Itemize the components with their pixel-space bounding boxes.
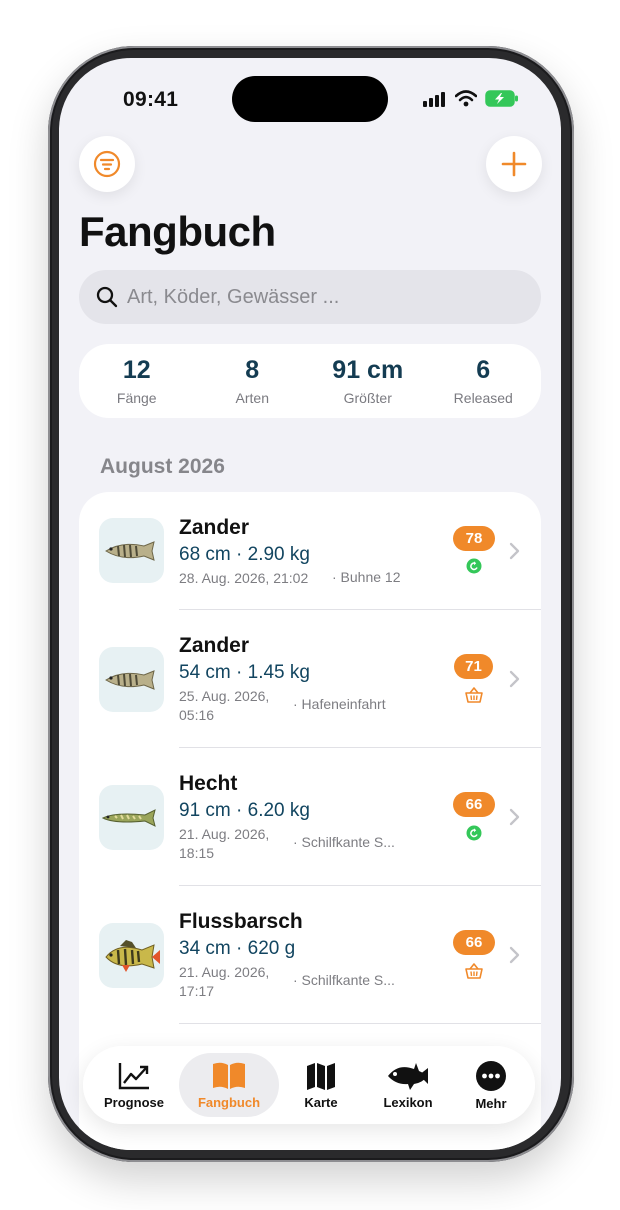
released-icon [466, 558, 482, 574]
battery-charging-icon [485, 90, 518, 107]
chevron-right-icon [509, 542, 520, 560]
catch-species: Zander [179, 634, 250, 657]
catch-row[interactable]: Hecht 91 cm · 6.20 kg 21. Aug. 2026, 18:… [79, 748, 541, 886]
stat-label: Released [453, 390, 513, 406]
catch-date: 21. Aug. 2026, [179, 826, 270, 842]
app-screen: 09:41 Fangbuch Art, Köder, Gewässer ... … [59, 58, 561, 1150]
stat-value: 12 [122, 356, 151, 384]
status-icons [423, 90, 519, 107]
catch-spot: · Buhne 12 [332, 569, 401, 585]
released-icon [466, 825, 482, 841]
more-icon [476, 1060, 506, 1091]
stat-catches: 12 Fänge [79, 344, 195, 418]
stats-card: 12 Fänge 8 Arten 91 cm Größter 6 Release… [79, 344, 541, 418]
catch-measure: 91 cm · 6.20 kg [179, 800, 310, 821]
book-icon [213, 1062, 245, 1089]
catch-time: 17:17 [179, 983, 215, 999]
stat-label: Größter [343, 390, 392, 406]
tab-label: Mehr [475, 1095, 507, 1111]
catch-species: Zander [179, 516, 250, 539]
fish-thumbnail [99, 785, 164, 850]
filter-button[interactable] [79, 136, 135, 192]
catch-measure: 68 cm · 2.90 kg [179, 544, 310, 565]
catch-measure: 34 cm · 620 g [179, 938, 296, 959]
stat-species: 8 Arten [195, 344, 311, 418]
catch-score-badge: 66 [453, 792, 495, 817]
catch-score-badge: 66 [453, 930, 495, 955]
catch-date: 28. Aug. 2026, 21:02 [179, 570, 309, 586]
tab-label: Fangbuch [197, 1094, 261, 1110]
catch-date: 25. Aug. 2026, [179, 688, 270, 704]
catch-spot: · Schilfkante S... [293, 972, 395, 988]
chevron-right-icon [509, 808, 520, 826]
catch-row[interactable]: Zander 68 cm · 2.90 kg 28. Aug. 2026, 21… [79, 492, 541, 610]
search-field[interactable]: Art, Köder, Gewässer ... [79, 270, 541, 324]
plus-icon [501, 151, 527, 177]
catch-species: Hecht [179, 772, 238, 795]
catch-date: 21. Aug. 2026, [179, 964, 270, 980]
stat-biggest: 91 cm Größter [310, 344, 426, 418]
fish-thumbnail [99, 518, 164, 583]
tab-bar: Prognose Fangbuch Karte Lexikon Mehr [83, 1046, 535, 1124]
stat-released: 6 Released [426, 344, 542, 418]
stat-value: 6 [476, 356, 491, 384]
catch-measure: 54 cm · 1.45 kg [179, 662, 310, 683]
catch-row[interactable]: Flussbarsch 34 cm · 620 g 21. Aug. 2026,… [79, 886, 541, 1024]
map-icon [307, 1062, 335, 1090]
tab-lexikon[interactable]: Lexikon [363, 1046, 453, 1124]
catch-time: 05:16 [179, 707, 215, 723]
wifi-icon [455, 90, 477, 107]
fish-icon [388, 1062, 428, 1090]
pike-fish-icon [101, 808, 156, 827]
zander-fish-icon [104, 540, 155, 561]
search-placeholder: Art, Köder, Gewässer ... [127, 285, 340, 308]
catch-spot: · Hafeneinfahrt [293, 696, 386, 712]
catch-score-badge: 78 [453, 526, 495, 551]
tab-prognose[interactable]: Prognose [89, 1046, 179, 1124]
chevron-right-icon [509, 670, 520, 688]
chart-trend-icon [118, 1062, 149, 1089]
tab-label: Prognose [104, 1094, 164, 1110]
tab-mehr[interactable]: Mehr [453, 1046, 529, 1124]
catch-score-badge: 71 [454, 654, 493, 679]
perch-fish-icon [104, 939, 160, 972]
catch-time: 18:15 [179, 845, 215, 861]
stat-label: Arten [235, 390, 269, 406]
page-title: Fangbuch [79, 208, 276, 255]
chevron-right-icon [509, 946, 520, 964]
basket-icon [465, 687, 483, 703]
add-catch-button[interactable] [486, 136, 542, 192]
tab-label: Karte [304, 1094, 338, 1110]
search-icon [96, 286, 118, 308]
signal-icon [423, 91, 445, 107]
fish-thumbnail [99, 647, 164, 712]
catch-row[interactable]: Zander 54 cm · 1.45 kg 25. Aug. 2026, 05… [79, 610, 541, 748]
basket-icon [465, 963, 483, 979]
status-time: 09:41 [123, 88, 179, 111]
catch-spot: · Schilfkante S... [293, 834, 395, 850]
section-header-month: August 2026 [100, 455, 225, 478]
stat-value: 91 cm [332, 356, 404, 384]
catch-species: Flussbarsch [179, 910, 303, 933]
row-divider [179, 1023, 541, 1024]
filter-lines-icon [93, 150, 121, 178]
tab-karte[interactable]: Karte [279, 1046, 363, 1124]
zander-fish-icon [104, 669, 155, 690]
stat-value: 8 [245, 356, 260, 384]
stat-label: Fänge [116, 390, 157, 406]
fish-thumbnail [99, 923, 164, 988]
dynamic-island [232, 76, 388, 122]
tab-fangbuch[interactable]: Fangbuch [179, 1046, 279, 1124]
tab-label: Lexikon [383, 1094, 433, 1110]
